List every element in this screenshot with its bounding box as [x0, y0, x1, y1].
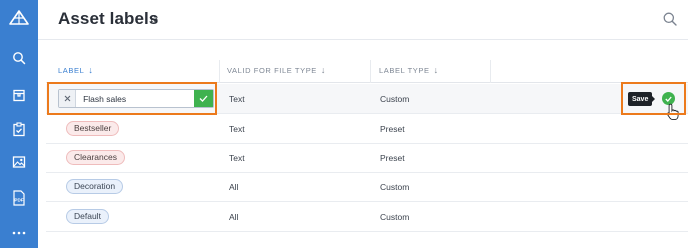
highlight-box: [47, 82, 217, 115]
label-type-cell: Preset: [380, 123, 405, 134]
pdf-icon-label: PDF: [14, 198, 23, 203]
logo-icon[interactable]: [0, 6, 38, 30]
file-type-cell: Text: [229, 123, 245, 134]
search-icon[interactable]: [0, 46, 38, 70]
label-type-cell: Custom: [380, 211, 410, 222]
label-pill[interactable]: Default: [66, 209, 109, 224]
column-header-file-type[interactable]: VALID FOR FILE TYPE ↓: [227, 60, 326, 83]
table-row[interactable]: Decoration All Custom: [46, 172, 688, 202]
column-header-label[interactable]: LABEL ↓: [58, 60, 93, 83]
table-row[interactable]: Default All Custom: [46, 202, 688, 232]
sort-arrow-icon: ↓: [433, 65, 439, 75]
label-type-cell: Preset: [380, 152, 405, 163]
highlight-box: [621, 82, 686, 115]
more-icon[interactable]: [0, 221, 38, 245]
label-cell: Default: [66, 202, 109, 231]
column-divider: [219, 60, 220, 83]
main-content: Asset labels 13 LABEL ↓ VALID FOR FILE T…: [38, 0, 688, 248]
box-icon[interactable]: [0, 83, 38, 107]
label-pill[interactable]: Decoration: [66, 179, 124, 194]
label-cell: Bestseller: [66, 114, 120, 143]
file-type-cell: All: [229, 211, 239, 222]
label-pill[interactable]: Clearances: [66, 150, 125, 165]
image-icon[interactable]: [0, 150, 38, 174]
file-type-cell: Text: [229, 152, 245, 163]
sidebar: PDF: [0, 0, 38, 248]
label-count: 13: [149, 15, 158, 24]
label-cell: Clearances: [66, 143, 125, 172]
label-pill[interactable]: Bestseller: [66, 121, 120, 136]
column-header-label-text: LABEL: [58, 66, 85, 75]
table-header: LABEL ↓ VALID FOR FILE TYPE ↓ LABEL TYPE…: [46, 60, 688, 83]
column-header-file-type-text: VALID FOR FILE TYPE: [227, 66, 317, 75]
file-type-cell: All: [229, 181, 239, 192]
table-row[interactable]: Bestseller Text Preset: [46, 114, 688, 144]
search-button[interactable]: [662, 11, 678, 27]
column-header-label-type-text: LABEL TYPE: [379, 66, 430, 75]
file-type-cell: Text: [229, 93, 245, 104]
search-icon: [663, 12, 677, 26]
sort-arrow-icon: ↓: [320, 65, 327, 75]
label-cell: Decoration: [66, 172, 124, 201]
label-type-cell: Custom: [380, 181, 410, 192]
label-type-cell: Custom: [380, 93, 410, 104]
column-divider: [490, 60, 491, 83]
clipboard-check-icon[interactable]: [0, 117, 38, 141]
sort-arrow-icon: ↓: [88, 65, 94, 75]
table-row[interactable]: Clearances Text Preset: [46, 143, 688, 173]
column-header-label-type[interactable]: LABEL TYPE ↓: [379, 60, 439, 83]
pdf-icon[interactable]: PDF: [0, 186, 38, 210]
header-divider: [38, 39, 688, 40]
page-title: Asset labels: [58, 9, 159, 28]
column-divider: [370, 60, 371, 83]
